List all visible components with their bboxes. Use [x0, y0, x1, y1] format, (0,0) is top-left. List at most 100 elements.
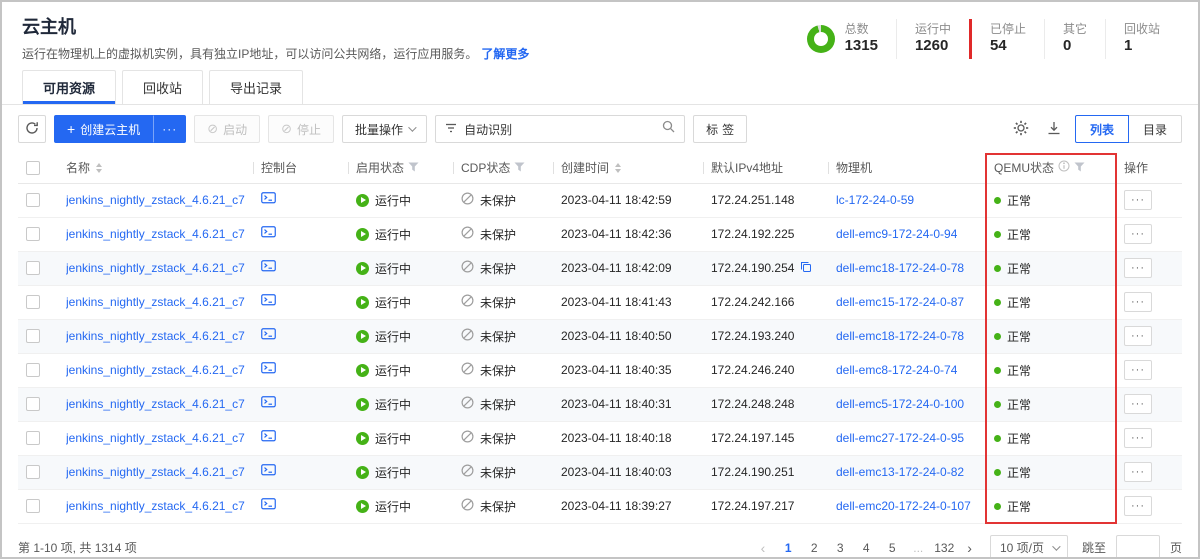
host-link[interactable]: dell-emc27-172-24-0-95	[836, 431, 964, 445]
catalog-view-button[interactable]: 目录	[1128, 115, 1182, 143]
vm-name-link[interactable]: jenkins_nightly_zstack_4.6.21_c76_l...	[66, 363, 245, 377]
row-actions-button[interactable]: ···	[1124, 462, 1152, 482]
settings-button[interactable]	[1009, 116, 1033, 143]
batch-actions-button[interactable]: 批量操作	[342, 115, 427, 143]
prev-page-button[interactable]: ‹	[755, 540, 772, 556]
console-icon[interactable]	[261, 364, 276, 378]
console-icon[interactable]	[261, 466, 276, 480]
host-link[interactable]: dell-emc15-172-24-0-87	[836, 295, 964, 309]
running-status-icon	[356, 262, 369, 275]
row-actions-button[interactable]: ···	[1124, 326, 1152, 346]
host-link[interactable]: dell-emc5-172-24-0-100	[836, 397, 964, 411]
row-actions-button[interactable]: ···	[1124, 496, 1152, 516]
stop-button[interactable]: ⊘ 停止	[268, 115, 334, 143]
vm-name-link[interactable]: jenkins_nightly_zstack_4.6.21_c76_l...	[66, 227, 245, 241]
row-actions-button[interactable]: ···	[1124, 190, 1152, 210]
toolbar-right: 列表 目录	[1009, 115, 1182, 143]
jump-page-input[interactable]	[1116, 535, 1160, 559]
row-checkbox[interactable]	[26, 261, 40, 275]
host-link[interactable]: dell-emc13-172-24-0-82	[836, 465, 964, 479]
row-checkbox[interactable]	[26, 499, 40, 513]
vm-name-link[interactable]: jenkins_nightly_zstack_4.6.21_c79_l...	[66, 431, 245, 445]
page-number[interactable]: 5	[881, 537, 903, 559]
next-page-button[interactable]: ›	[961, 540, 978, 556]
console-icon[interactable]	[261, 432, 276, 446]
row-actions-button[interactable]: ···	[1124, 258, 1152, 278]
page-number[interactable]: 1	[777, 537, 799, 559]
created-time: 2023-04-11 18:40:03	[553, 455, 703, 489]
sort-icon[interactable]	[615, 163, 621, 173]
column-header-created-time[interactable]: 创建时间	[553, 153, 703, 183]
create-vm-more-button[interactable]: ···	[153, 115, 186, 143]
filter-icon[interactable]	[1074, 161, 1085, 175]
row-checkbox[interactable]	[26, 193, 40, 207]
host-link[interactable]: dell-emc18-172-24-0-78	[836, 329, 964, 343]
vm-name-link[interactable]: jenkins_nightly_zstack_4.6.21_c79_l...	[66, 499, 245, 513]
row-actions-button[interactable]: ···	[1124, 224, 1152, 244]
start-button[interactable]: ⊘ 启动	[194, 115, 260, 143]
tab-recycle-bin[interactable]: 回收站	[122, 70, 203, 104]
console-icon[interactable]	[261, 262, 276, 276]
console-icon[interactable]	[261, 194, 276, 208]
search-input[interactable]: 自动识别	[435, 115, 685, 143]
page-number[interactable]: 132	[933, 537, 955, 559]
vm-name-link[interactable]: jenkins_nightly_zstack_4.6.21_c79_l...	[66, 329, 245, 343]
row-checkbox[interactable]	[26, 397, 40, 411]
vm-name-link[interactable]: jenkins_nightly_zstack_4.6.21_c79_l...	[66, 261, 245, 275]
console-icon[interactable]	[261, 398, 276, 412]
row-checkbox[interactable]	[26, 363, 40, 377]
console-icon[interactable]	[261, 228, 276, 242]
page-number[interactable]: 3	[829, 537, 851, 559]
vm-name-link[interactable]: jenkins_nightly_zstack_4.6.21_c79_l...	[66, 465, 245, 479]
host-link[interactable]: lc-172-24-0-59	[836, 193, 914, 207]
page-number[interactable]: 2	[803, 537, 825, 559]
vm-name-link[interactable]: jenkins_nightly_zstack_4.6.21_c79_l...	[66, 397, 245, 411]
pagination: ‹ 12345...132 › 10 项/页 跳至 页	[755, 535, 1182, 559]
tab-export-records[interactable]: 导出记录	[209, 70, 303, 104]
learn-more-link[interactable]: 了解更多	[481, 47, 529, 61]
column-header-enable-status[interactable]: 启用状态	[348, 153, 453, 183]
column-header-qemu-status[interactable]: QEMU状态	[986, 153, 1116, 183]
vm-name-link[interactable]: jenkins_nightly_zstack_4.6.21_c79_l...	[66, 295, 245, 309]
page-number[interactable]: 4	[855, 537, 877, 559]
row-checkbox[interactable]	[26, 329, 40, 343]
select-all-checkbox[interactable]	[26, 161, 40, 175]
stat-other: 其它 0	[1044, 19, 1105, 59]
row-actions-button[interactable]: ···	[1124, 360, 1152, 380]
column-header-name[interactable]: 名称	[58, 153, 253, 183]
download-icon	[1047, 121, 1061, 138]
sort-icon[interactable]	[96, 163, 102, 173]
row-actions-button[interactable]: ···	[1124, 428, 1152, 448]
column-header-cdp-status[interactable]: CDP状态	[453, 153, 553, 183]
page-size-select[interactable]: 10 项/页	[990, 535, 1068, 559]
stat-value: 1260	[915, 37, 951, 56]
stat-running: 运行中 1260	[896, 19, 969, 59]
info-icon[interactable]	[1058, 160, 1070, 175]
console-icon[interactable]	[261, 296, 276, 310]
enable-status-text: 运行中	[375, 226, 411, 243]
row-checkbox[interactable]	[26, 227, 40, 241]
unprotected-icon	[461, 260, 474, 276]
filter-icon[interactable]	[408, 161, 419, 175]
row-checkbox[interactable]	[26, 465, 40, 479]
filter-icon[interactable]	[514, 161, 525, 175]
host-link[interactable]: dell-emc9-172-24-0-94	[836, 227, 957, 241]
copy-icon[interactable]	[800, 261, 812, 276]
download-button[interactable]	[1043, 117, 1065, 142]
host-link[interactable]: dell-emc8-172-24-0-74	[836, 363, 957, 377]
search-icon[interactable]	[662, 120, 675, 138]
row-actions-button[interactable]: ···	[1124, 394, 1152, 414]
console-icon[interactable]	[261, 330, 276, 344]
row-actions-button[interactable]: ···	[1124, 292, 1152, 312]
row-checkbox[interactable]	[26, 431, 40, 445]
create-vm-button[interactable]: + 创建云主机	[54, 115, 153, 143]
vm-name-link[interactable]: jenkins_nightly_zstack_4.6.21_c79_l...	[66, 193, 245, 207]
refresh-button[interactable]	[18, 115, 46, 143]
tab-available-resources[interactable]: 可用资源	[22, 70, 116, 104]
list-view-button[interactable]: 列表	[1075, 115, 1129, 143]
row-checkbox[interactable]	[26, 295, 40, 309]
console-icon[interactable]	[261, 500, 276, 514]
tag-button[interactable]: 标签	[693, 115, 747, 143]
host-link[interactable]: dell-emc20-172-24-0-107	[836, 499, 971, 513]
host-link[interactable]: dell-emc18-172-24-0-78	[836, 261, 964, 275]
